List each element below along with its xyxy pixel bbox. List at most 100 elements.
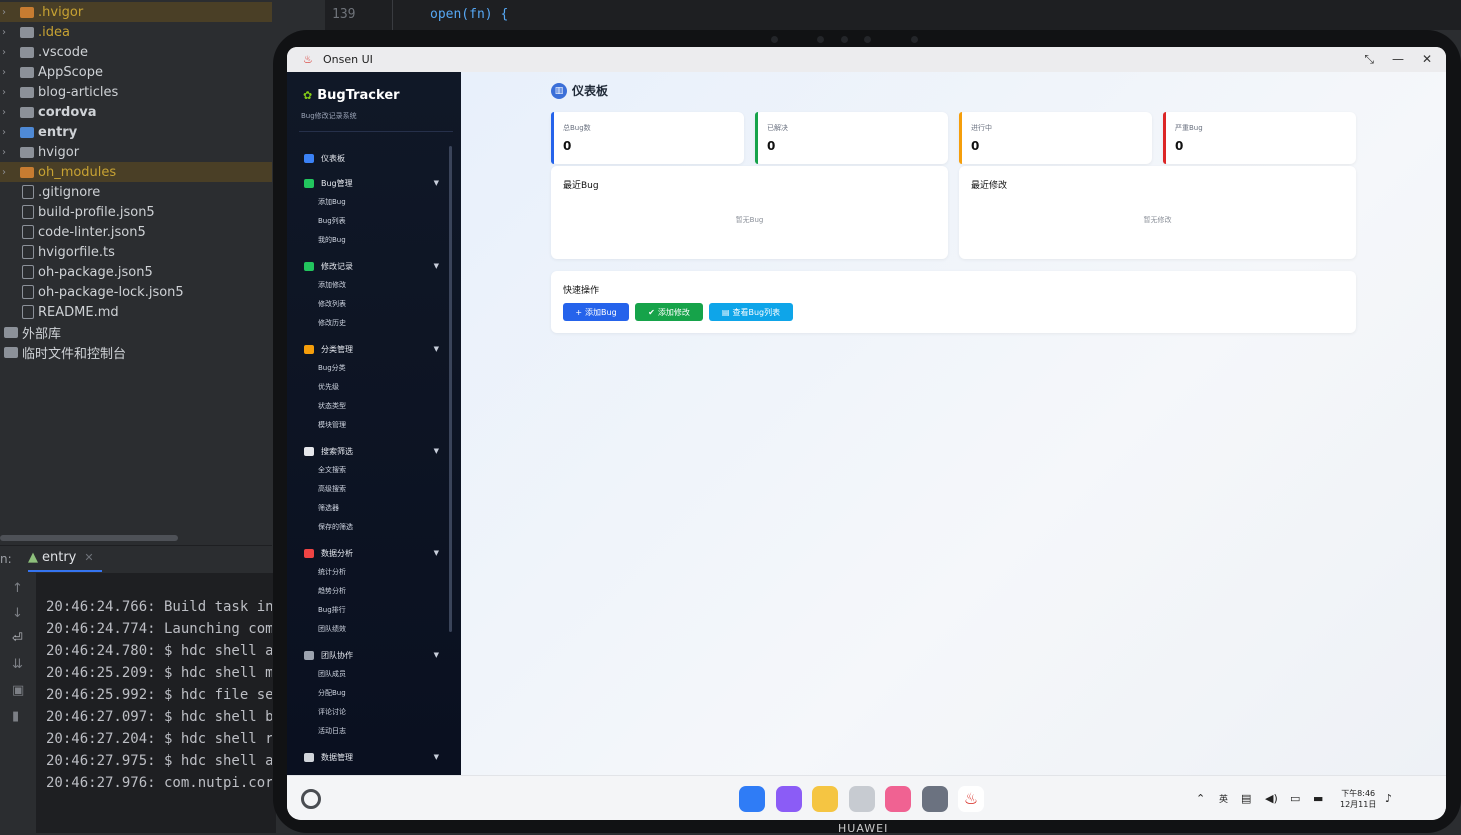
sidebar-item[interactable]: Bug管理 ▼ <box>287 176 447 190</box>
sidebar-subitem[interactable]: 高级搜索 <box>318 484 478 496</box>
run-tab-entry[interactable]: ▲ entry ✕ <box>28 550 94 565</box>
arrow-up-icon[interactable]: ↑ <box>12 581 23 596</box>
chevron-down-icon[interactable]: ▼ <box>434 345 439 353</box>
sidebar-subitem[interactable]: Bug列表 <box>318 216 478 228</box>
tree-item[interactable]: oh-package-lock.json5 <box>0 282 272 302</box>
sidebar-subitem[interactable]: 全文搜索 <box>318 465 478 477</box>
scroll-to-end-icon[interactable]: ⇊ <box>12 657 23 672</box>
photos-icon[interactable] <box>885 786 911 812</box>
chevron-down-icon[interactable]: ▼ <box>434 549 439 557</box>
close-icon[interactable]: ✕ <box>84 551 93 564</box>
restore-icon[interactable]: ⤡ <box>1364 52 1374 67</box>
tree-item[interactable]: › cordova <box>0 102 272 122</box>
chevron-right-icon[interactable]: › <box>2 127 14 138</box>
tree-item-label: oh-package.json5 <box>38 264 153 280</box>
tree-item[interactable]: .gitignore <box>0 182 272 202</box>
close-icon[interactable]: ✕ <box>1422 52 1432 67</box>
sidebar-subitem[interactable]: 我的Bug <box>318 235 478 247</box>
sidebar-item[interactable]: 数据分析 ▼ <box>287 546 447 560</box>
sidebar-item[interactable]: 团队协作 ▼ <box>287 648 447 662</box>
chevron-right-icon[interactable]: › <box>2 107 14 118</box>
tree-item[interactable]: › AppScope <box>0 62 272 82</box>
chevron-down-icon[interactable]: ▼ <box>434 262 439 270</box>
arrow-down-icon[interactable]: ↓ <box>12 606 23 621</box>
start-button[interactable] <box>301 789 321 809</box>
soft-wrap-icon[interactable]: ⏎ <box>12 631 23 646</box>
sidebar-subitem[interactable]: 趋势分析 <box>318 586 478 598</box>
code-line[interactable]: open(fn) { <box>430 7 508 22</box>
chevron-down-icon[interactable]: ▼ <box>434 447 439 455</box>
sidebar-subitem[interactable]: 筛选器 <box>318 503 478 515</box>
trash-icon[interactable]: ▮ <box>12 709 19 724</box>
sidebar-item[interactable]: 数据管理 ▼ <box>287 750 447 764</box>
clock[interactable]: 下午8:46 12月11日 <box>1340 788 1376 810</box>
trash-icon[interactable] <box>848 786 875 812</box>
sidebar-subitem[interactable]: 评论讨论 <box>318 707 478 719</box>
sidebar-subitem[interactable]: 保存的筛选 <box>318 522 478 534</box>
tree-item-label: hvigor <box>38 144 80 160</box>
chevron-right-icon[interactable]: › <box>2 7 14 18</box>
chevron-right-icon[interactable]: › <box>2 167 14 178</box>
sidebar-subitem[interactable]: 统计分析 <box>318 567 478 579</box>
sidebar-item[interactable]: 仪表板 <box>287 151 447 165</box>
tree-scrollbar[interactable] <box>0 535 178 541</box>
tree-item[interactable]: › oh_modules <box>0 162 272 182</box>
tree-item[interactable]: 外部库 <box>0 322 272 342</box>
chevron-down-icon[interactable]: ▼ <box>434 179 439 187</box>
chevron-right-icon[interactable]: › <box>2 147 14 158</box>
chevron-right-icon[interactable]: › <box>2 87 14 98</box>
multitask-icon[interactable] <box>775 786 802 812</box>
settings-icon[interactable] <box>921 786 948 812</box>
tree-item[interactable]: README.md <box>0 302 272 322</box>
sidebar-item[interactable]: 修改记录 ▼ <box>287 259 447 273</box>
sidebar-scrollbar[interactable] <box>449 146 452 632</box>
sidebar-subitem[interactable]: Bug分类 <box>318 363 478 375</box>
chevron-right-icon[interactable]: › <box>2 27 14 38</box>
tree-item[interactable]: hvigorfile.ts <box>0 242 272 262</box>
tree-item[interactable]: 临时文件和控制台 <box>0 342 272 362</box>
onsen-icon[interactable]: ♨ <box>958 786 984 812</box>
bell-icon[interactable]: ♪ <box>1385 792 1392 805</box>
sidebar-subitem[interactable]: 活动日志 <box>318 726 478 738</box>
quick-action-button[interactable]: ✔ 添加修改 <box>635 303 703 321</box>
print-icon[interactable]: ▣ <box>12 683 24 698</box>
tree-item[interactable]: › blog-articles <box>0 82 272 102</box>
tree-item[interactable]: code-linter.json5 <box>0 222 272 242</box>
tree-item[interactable]: oh-package.json5 <box>0 262 272 282</box>
chevron-down-icon[interactable]: ▼ <box>434 651 439 659</box>
tree-item[interactable]: › hvigor <box>0 142 272 162</box>
quick-action-button[interactable]: + 添加Bug <box>563 303 629 321</box>
chevron-up-icon[interactable]: ⌃ <box>1196 792 1205 805</box>
sidebar-subitem[interactable]: Bug排行 <box>318 605 478 617</box>
tree-item[interactable]: › .vscode <box>0 42 272 62</box>
sidebar-subitem[interactable]: 添加Bug <box>318 197 478 209</box>
chevron-right-icon[interactable]: › <box>2 67 14 78</box>
sidebar-item[interactable]: 搜索筛选 ▼ <box>287 444 447 458</box>
sidebar-subitem[interactable]: 修改列表 <box>318 299 478 311</box>
chevron-down-icon[interactable]: ▼ <box>434 753 439 761</box>
display-icon[interactable]: ▭ <box>1290 792 1300 805</box>
tree-item[interactable]: › .idea <box>0 22 272 42</box>
minimize-icon[interactable]: — <box>1392 52 1404 67</box>
launcher-icon[interactable] <box>739 786 765 812</box>
sidebar-item[interactable]: 分类管理 ▼ <box>287 342 447 356</box>
battery-icon[interactable]: ▬ <box>1313 792 1323 805</box>
sidebar-subitem[interactable]: 模块管理 <box>318 420 478 432</box>
sidebar-subitem[interactable]: 团队绩效 <box>318 624 478 636</box>
sidebar-subitem[interactable]: 状态类型 <box>318 401 478 413</box>
chevron-right-icon[interactable]: › <box>2 47 14 58</box>
clipboard-icon[interactable]: ▤ <box>1241 792 1251 805</box>
sidebar-subitem[interactable]: 添加修改 <box>318 280 478 292</box>
ime-indicator[interactable]: 英 <box>1219 792 1228 805</box>
sidebar-subitem[interactable]: 修改历史 <box>318 318 478 330</box>
tree-item[interactable]: › entry <box>0 122 272 142</box>
notes-icon[interactable] <box>812 786 838 812</box>
code-editor[interactable] <box>393 0 1461 30</box>
sidebar-subitem[interactable]: 分配Bug <box>318 688 478 700</box>
tree-item[interactable]: build-profile.json5 <box>0 202 272 222</box>
sidebar-subitem[interactable]: 团队成员 <box>318 669 478 681</box>
tree-item[interactable]: › .hvigor <box>0 2 272 22</box>
quick-action-button[interactable]: ▤ 查看Bug列表 <box>709 303 793 321</box>
volume-icon[interactable]: ◀) <box>1265 792 1278 805</box>
sidebar-subitem[interactable]: 优先级 <box>318 382 478 394</box>
